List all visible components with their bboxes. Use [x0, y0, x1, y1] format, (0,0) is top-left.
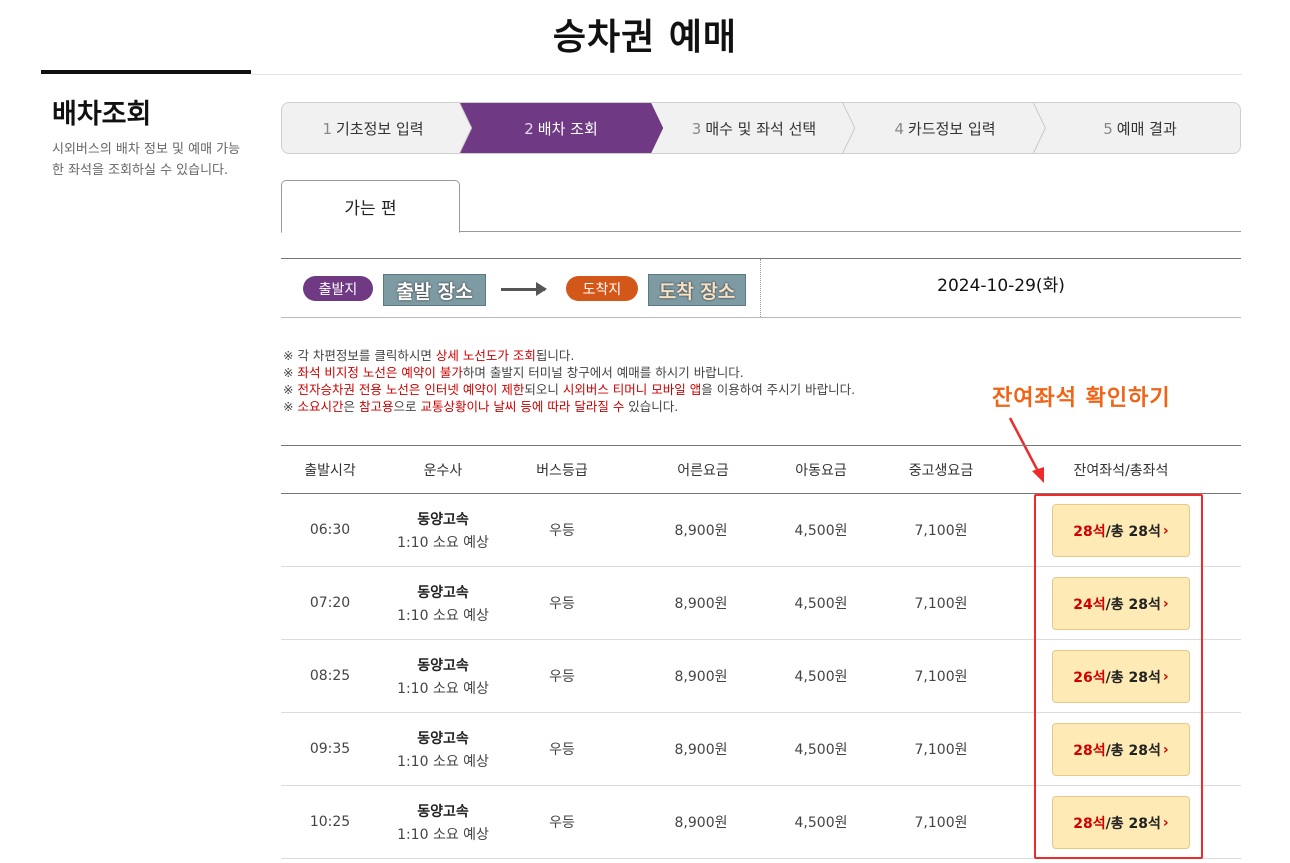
- section-description: 시외버스의 배차 정보 및 예매 가능한 좌석을 조회하실 수 있습니다.: [52, 142, 241, 178]
- adult-fare: 8,900원: [674, 669, 728, 685]
- notice-item: ※ 좌석 비지정 노선은 예약이 불가하며 출발지 터미널 창구에서 예매를 하…: [283, 365, 744, 380]
- student-fare: 7,100원: [914, 742, 968, 758]
- step-1: 1 기초정보 입력: [322, 119, 424, 138]
- company-cell: 동양고속 1:10 소요 예상: [397, 657, 489, 697]
- seat-select-button[interactable]: 28석 /총 28석 ›: [1052, 504, 1190, 557]
- header-child-fare: 아동요금: [795, 462, 847, 479]
- company-cell: 동양고속 1:10 소요 예상: [397, 584, 489, 624]
- student-fare: 7,100원: [914, 523, 968, 539]
- step-3: 3 매수 및 좌석 선택: [691, 119, 817, 138]
- header-seats: 잔여좌석/총좌석: [1073, 462, 1169, 479]
- notice-item: ※ 전자승차권 전용 노선은 인터넷 예약이 제한되오니 시외버스 티머니 모바…: [283, 382, 856, 397]
- step-5: 5 예매 결과: [1103, 119, 1177, 138]
- header-student-fare: 중고생요금: [908, 462, 974, 479]
- arrival-badge: 도착지: [566, 276, 638, 301]
- company-cell: 동양고속 1:10 소요 예상: [397, 803, 489, 843]
- notice-item: ※ 각 차편정보를 클릭하시면 상세 노선도가 조회됩니다.: [283, 348, 575, 363]
- schedule-table: 출발시각 운수사 버스등급 어른요금 아동요금 중고생요금 잔여좌석/총좌석 0…: [281, 445, 1241, 859]
- student-fare: 7,100원: [914, 815, 968, 831]
- header-bus-grade: 버스등급: [536, 462, 588, 479]
- seat-select-button[interactable]: 28석 /총 28석 ›: [1052, 723, 1190, 776]
- company-cell: 동양고속 1:10 소요 예상: [397, 511, 489, 551]
- departure-time: 06:30: [309, 522, 351, 538]
- bus-grade: 우등: [549, 523, 575, 539]
- child-fare: 4,500원: [794, 742, 848, 758]
- chevron-right-icon: ›: [1162, 522, 1169, 539]
- table-row[interactable]: 09:35 동양고속 1:10 소요 예상 우등 8,900원 4,500원 7,…: [281, 713, 1241, 786]
- child-fare: 4,500원: [794, 596, 848, 612]
- table-row[interactable]: 07:20 동양고속 1:10 소요 예상 우등 8,900원 4,500원 7,…: [281, 567, 1241, 640]
- header-departure-time: 출발시각: [304, 462, 356, 479]
- arrow-right-icon: [501, 282, 547, 296]
- chevron-right-icon: ›: [1162, 814, 1169, 831]
- header-divider: [251, 74, 1242, 75]
- adult-fare: 8,900원: [674, 523, 728, 539]
- adult-fare: 8,900원: [674, 815, 728, 831]
- tab-outbound[interactable]: 가는 편: [281, 180, 460, 233]
- seat-select-button[interactable]: 24석 /총 28석 ›: [1052, 577, 1190, 630]
- section-title: 배차조회: [52, 99, 152, 130]
- departure-time: 09:35: [309, 741, 351, 757]
- arrival-place: 도착 장소: [648, 274, 746, 306]
- step-2-active: 2 배차 조회: [524, 119, 598, 138]
- notice-item: ※ 소요시간은 참고용으로 교통상황이나 날씨 등에 따라 달라질 수 있습니다…: [283, 399, 679, 414]
- step-indicator: 1 기초정보 입력 2 배차 조회 3 매수 및 좌석 선택 4 카드정보 입력 5 예매…: [281, 102, 1241, 154]
- student-fare: 7,100원: [914, 669, 968, 685]
- seat-select-button[interactable]: 26석 /총 28석 ›: [1052, 650, 1190, 703]
- company-cell: 동양고속 1:10 소요 예상: [397, 730, 489, 770]
- table-row[interactable]: 08:25 동양고속 1:10 소요 예상 우등 8,900원 4,500원 7,…: [281, 640, 1241, 713]
- bus-grade: 우등: [549, 815, 575, 831]
- chevron-right-icon: ›: [1162, 668, 1169, 685]
- child-fare: 4,500원: [794, 669, 848, 685]
- departure-time: 10:25: [309, 814, 351, 830]
- adult-fare: 8,900원: [674, 596, 728, 612]
- departure-badge: 출발지: [303, 276, 373, 301]
- page-title: 승차권 예매: [552, 17, 738, 58]
- departure-place: 출발 장소: [383, 274, 486, 306]
- route-summary: 출발지 출발 장소 도착지 도착 장소 2024-10-29(화): [281, 258, 1241, 318]
- child-fare: 4,500원: [794, 523, 848, 539]
- departure-time: 08:25: [309, 668, 351, 684]
- chevron-right-icon: ›: [1162, 595, 1169, 612]
- annotation-label: 잔여좌석 확인하기: [992, 386, 1171, 411]
- chevron-right-icon: ›: [1162, 741, 1169, 758]
- bus-grade: 우등: [549, 669, 575, 685]
- table-row[interactable]: 06:30 동양고속 1:10 소요 예상 우등 8,900원 4,500원 7,…: [281, 494, 1241, 567]
- adult-fare: 8,900원: [674, 742, 728, 758]
- departure-time: 07:20: [309, 595, 351, 611]
- bus-grade: 우등: [549, 596, 575, 612]
- table-header: 출발시각 운수사 버스등급 어른요금 아동요금 중고생요금 잔여좌석/총좌석: [281, 445, 1241, 494]
- student-fare: 7,100원: [914, 596, 968, 612]
- seat-select-button[interactable]: 28석 /총 28석 ›: [1052, 796, 1190, 849]
- side-accent-line: [41, 70, 251, 74]
- bus-grade: 우등: [549, 742, 575, 758]
- header-company: 운수사: [423, 462, 463, 479]
- departure-date: 2024-10-29(화): [937, 275, 1065, 296]
- notice-list: ※ 각 차편정보를 클릭하시면 상세 노선도가 조회됩니다. ※ 좌석 비지정 …: [283, 347, 855, 415]
- step-4: 4 카드정보 입력: [894, 119, 996, 138]
- child-fare: 4,500원: [794, 815, 848, 831]
- table-row[interactable]: 10:25 동양고속 1:10 소요 예상 우등 8,900원 4,500원 7,…: [281, 786, 1241, 859]
